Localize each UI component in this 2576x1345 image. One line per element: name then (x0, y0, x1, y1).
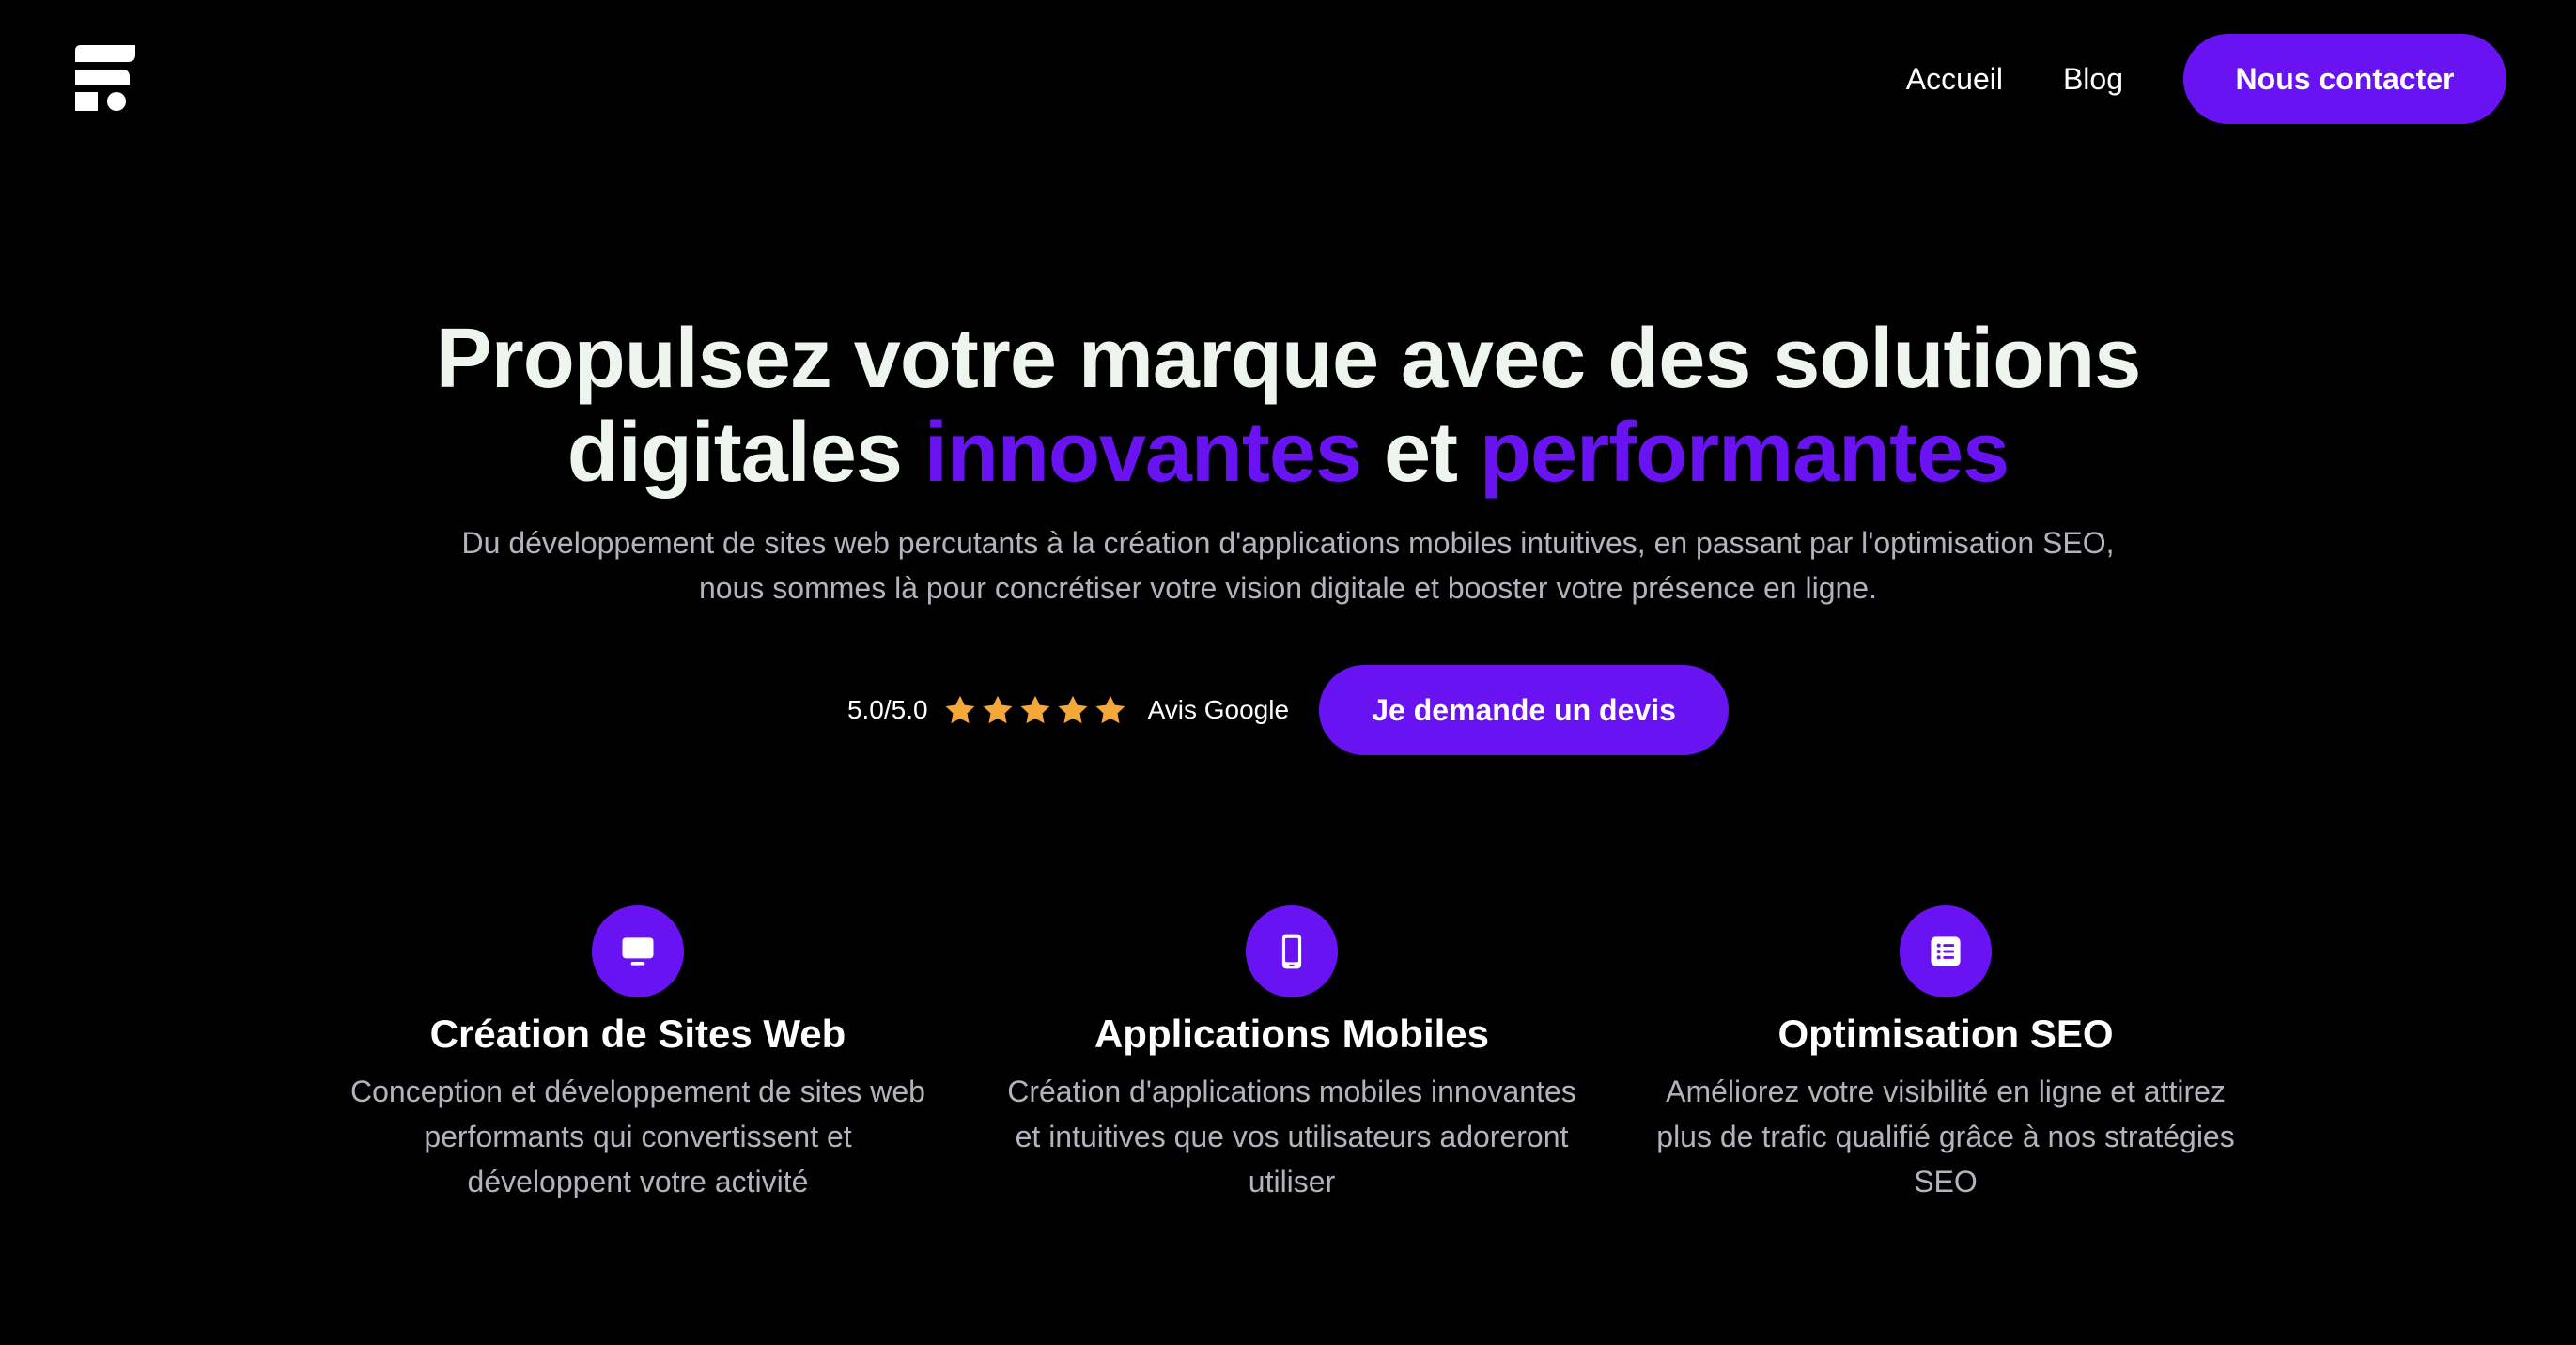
star-icon (945, 695, 975, 724)
nav-link-blog[interactable]: Blog (2063, 62, 2123, 97)
hero-title-accent-innovantes: innovantes (923, 406, 1362, 500)
hero-title-part: et (1361, 406, 1481, 500)
hero-title: Propulsez votre marque avec des solution… (0, 312, 2576, 500)
star-icon (983, 695, 1013, 724)
feature-title: Applications Mobiles (1094, 1012, 1490, 1056)
main-nav: Accueil Blog Nous contacter (1906, 34, 2506, 124)
feature-description: Création d'applications mobiles innovant… (1007, 1074, 1576, 1198)
hero-title-accent-performantes: performantes (1480, 406, 2010, 500)
feature-seo: Optimisation SEO Améliorez votre visibil… (1654, 905, 2237, 1204)
feature-description: Améliorez votre visibilité en ligne et a… (1656, 1074, 2235, 1198)
contact-button[interactable]: Nous contacter (2183, 34, 2506, 124)
feature-title: Création de Sites Web (429, 1012, 846, 1056)
rating-row: 5.0/5.0 Avis Google Je demande un devis (0, 665, 2576, 755)
nav-link-accueil[interactable]: Accueil (1906, 62, 2003, 97)
list-icon (1900, 905, 1992, 997)
star-icon (1020, 695, 1050, 724)
rating-score: 5.0/5.0 (846, 695, 928, 724)
hero-title-part: digitales (566, 406, 924, 500)
feature-mobile: Applications Mobiles Création d'applicat… (1001, 905, 1583, 1204)
quote-request-button[interactable]: Je demande un devis (1319, 665, 1730, 755)
feature-description: Conception et développement de sites web… (350, 1074, 925, 1198)
smartphone-icon (1246, 905, 1338, 997)
hero-subtitle: Du développement de sites web percutants… (461, 526, 2115, 605)
rating-stars (943, 693, 1131, 727)
feature-title: Optimisation SEO (1777, 1012, 2114, 1056)
star-icon (1095, 695, 1125, 724)
feature-web: Création de Sites Web Conception et déve… (347, 905, 929, 1204)
hero-title-line1: Propulsez votre marque avec des solution… (435, 312, 2142, 406)
brand-logo-icon[interactable] (75, 45, 135, 111)
monitor-icon (592, 905, 684, 997)
rating-label: Avis Google (1147, 695, 1290, 724)
star-icon (1058, 695, 1088, 724)
